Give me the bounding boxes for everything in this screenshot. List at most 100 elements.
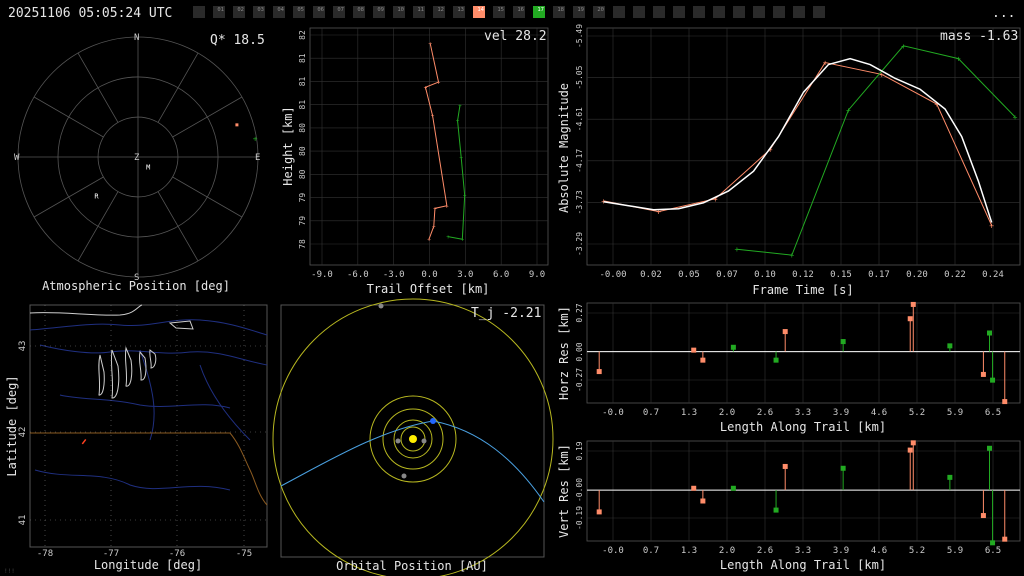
trail-point: + [427,237,431,244]
x-tick-label: -6.0 [347,270,369,280]
station-label: 17 [537,7,544,13]
station-box-slot31 [813,6,825,18]
mag-point: + [956,55,961,64]
q-stat-label: Q* 18.5 [210,33,265,48]
y-tick-label: 41 [18,515,28,526]
residual-point [980,513,986,519]
trail-ylabel: Height [km] [281,106,295,185]
planet-marker [378,303,384,309]
station-strip: 01 02 03 04 05 06 07 08 09 10 11 12 13 14 15 16 17 18 19 20 [193,6,825,18]
x-tick-label: 5.2 [909,546,925,556]
vel-stat-label: vel 28.2 [484,29,547,44]
polar-xlabel: Atmospheric Position [deg] [42,279,230,293]
mag-series-white [603,57,993,223]
menu-button[interactable]: ... [992,6,1015,21]
residual-point [980,371,986,377]
x-tick-label: 3.3 [795,546,811,556]
x-tick-label: 6.5 [985,408,1001,418]
x-tick-label: 5.2 [909,408,925,418]
residual-point [840,339,846,345]
x-tick-label: 3.3 [795,408,811,418]
station-label: 14 [477,7,484,13]
station-box-slot24 [673,6,685,18]
x-tick-label: 0.7 [643,408,659,418]
station-box-slot26 [713,6,725,18]
station-label: 18 [557,7,564,13]
mag-series-green [736,45,1016,256]
x-tick-label: 0.20 [906,270,928,280]
station-label: 20 [597,7,604,13]
mag-series-orange [603,62,993,226]
x-tick-label: -0.0 [602,546,624,556]
y-tick-label: 79 [298,216,307,226]
planet-marker [421,438,427,444]
trail-point: + [461,237,465,244]
x-tick-label: 5.9 [947,408,963,418]
y-tick-label: 79 [298,193,307,203]
planet-marker [395,438,401,444]
residual-point [782,463,788,469]
station-label: 04 [277,7,284,13]
residual-point [1002,399,1008,405]
trail-point: + [428,41,432,48]
y-tick-label: -0.00 [575,478,584,502]
residual-point [990,377,996,383]
x-tick-label: 4.6 [871,546,887,556]
x-tick-label: 3.9 [833,546,849,556]
trail-point: + [446,234,450,241]
meteor-dashboard: 20251106 05:05:24 UTC 01 02 03 04 05 06 07 08 09… [4,6,1021,576]
trail-xlabel: Trail Offset [km] [367,282,490,296]
x-tick-label: 6.5 [985,546,1001,556]
x-tick-label: 9.0 [529,270,545,280]
compass-n: N [134,33,139,43]
trail-series-green [447,105,466,240]
y-tick-label: 80 [298,146,307,156]
y-tick-label: 82 [298,30,307,40]
horz-res-plot-area: -0.0 0.7 1.3 2.0 2.6 3.3 3.9 4.6 5.2 5.9 6.5 0.27 0.… [575,301,1021,418]
polar-spoke [33,176,104,218]
polar-spoke [77,52,119,123]
y-tick-label: 80 [298,123,307,133]
vert-res-panel: -0.0 0.7 1.3 2.0 2.6 3.3 3.9 4.6 5.2 5.9 6.5 0.19 -0… [557,440,1021,572]
station-box-slot23 [653,6,665,18]
residual-point [700,498,706,504]
station-label: 19 [577,7,584,13]
x-tick-label: -0.00 [599,270,626,280]
station-label: 03 [257,7,264,13]
residual-point [987,330,993,336]
vert-xlabel: Length Along Trail [km] [720,558,886,572]
station-box-slot0 [193,6,205,18]
map-panel: -78 -77 -76 -75434241 Longitude [deg] Latit… [5,304,268,572]
station-label: 08 [357,7,364,13]
trail-plot-area: -9.0 -6.0 -3.0 0.0 3.0 6.0 9.0 78 79 79 80 80 80 81 81… [298,27,549,280]
y-tick-label: 81 [298,53,307,63]
x-tick-label: 0.7 [643,546,659,556]
station-label: 02 [237,7,244,13]
x-tick-label: -3.0 [383,270,405,280]
residual-point [691,485,697,491]
y-tick-label: 81 [298,100,307,110]
timestamp: 20251106 05:05:24 UTC [8,6,172,21]
mag-point: + [846,106,851,115]
magnitude-panel: -0.00 0.02 0.05 0.07 0.10 0.12 0.15 0.17 0.20 0.2… [557,24,1021,297]
x-tick-label: -75 [236,549,252,559]
x-tick-label: 2.0 [719,408,735,418]
trail-point: + [463,193,467,200]
residual-point [1002,536,1008,542]
vert-res-plot-area: -0.0 0.7 1.3 2.0 2.6 3.3 3.9 4.6 5.2 5.9 6.5 0.19 -0… [575,440,1021,556]
polar-point: + [253,134,258,143]
trail-point: + [445,203,449,210]
x-tick-label: 1.3 [681,546,697,556]
mag-point: + [734,245,739,254]
map-frame [29,304,268,548]
x-tick-label: 0.12 [792,270,814,280]
polar-spoke [33,96,104,138]
station-label: 05 [297,7,304,13]
y-tick-label: -5.49 [575,24,584,48]
y-tick-label: -4.61 [575,107,584,131]
station-label: 01 [217,7,224,13]
x-tick-label: 2.6 [757,408,773,418]
x-tick-label: 4.6 [871,408,887,418]
x-tick-label: 0.15 [830,270,852,280]
station-box-slot29 [773,6,785,18]
